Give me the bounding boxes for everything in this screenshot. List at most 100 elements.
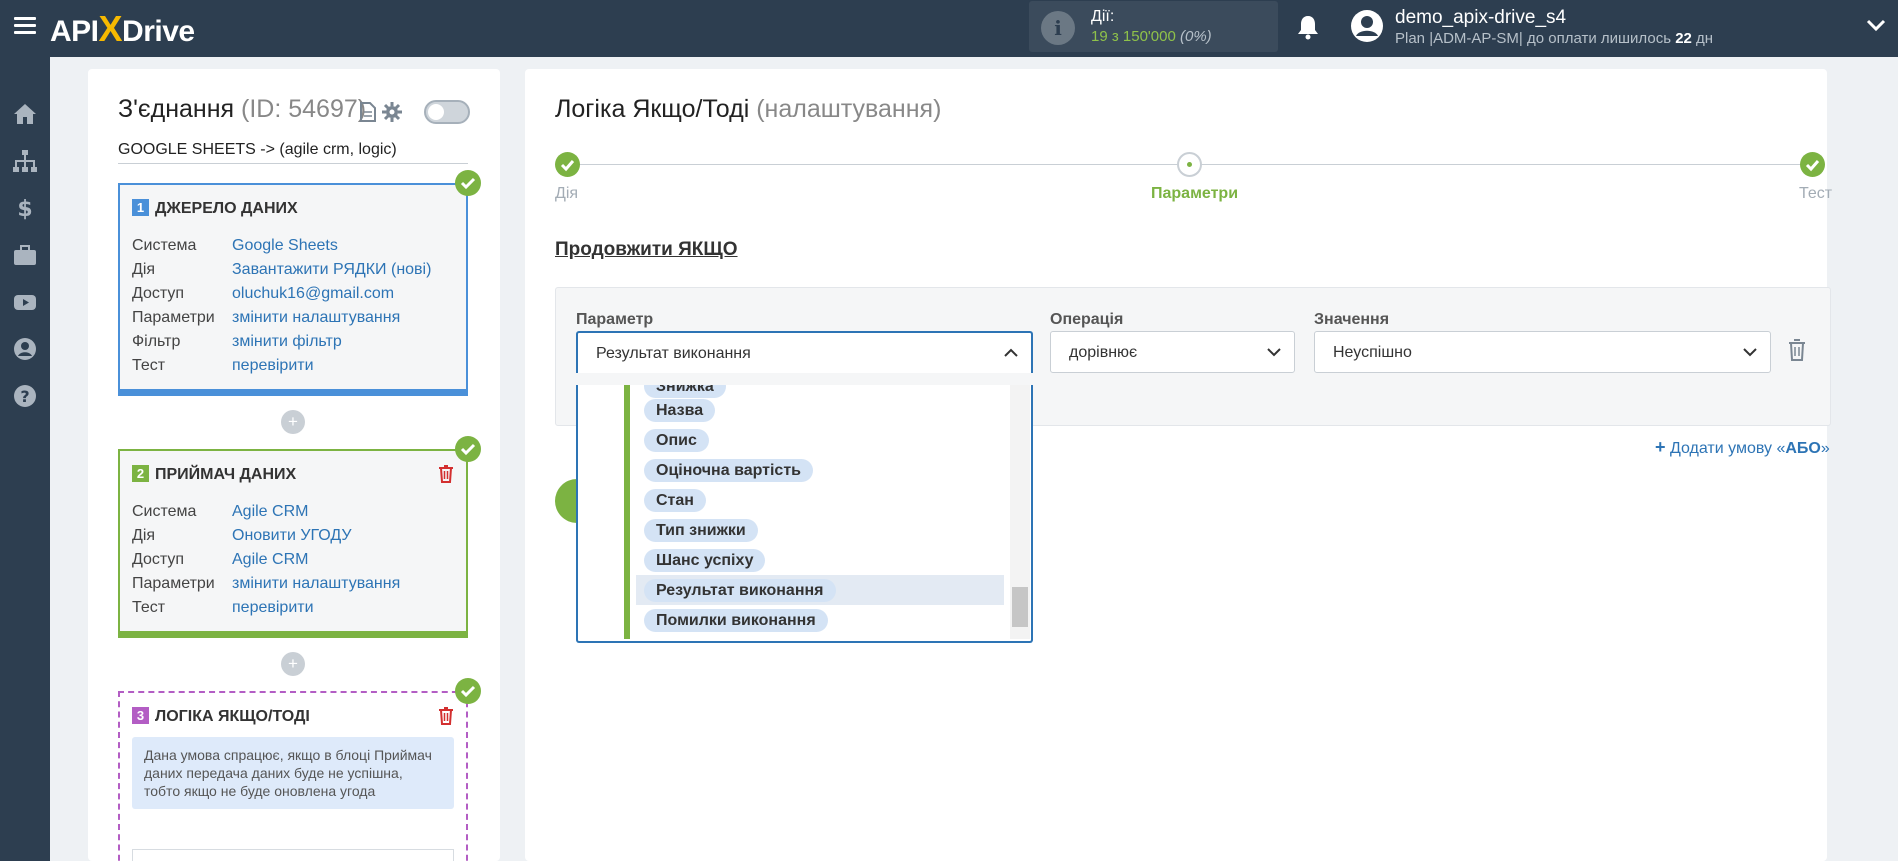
source-action-link[interactable]: Завантажити РЯДКИ (нові)	[232, 261, 431, 278]
actions-value: 19 з 150'000 (0%)	[1091, 28, 1212, 45]
connection-panel: З'єднання (ID: 54697) GOOGLE SHEETS -> (…	[88, 69, 500, 861]
check-icon	[455, 436, 481, 462]
receiver-params-link[interactable]: змінити налаштування	[232, 575, 400, 592]
sitemap-icon[interactable]	[12, 148, 38, 174]
source-filter-row: Фільтр змінити фільтр	[132, 333, 342, 350]
logic-next-box	[132, 849, 454, 861]
receiver-params-row: Параметри змінити налаштування	[132, 575, 401, 592]
value-select-value: Неуспішно	[1333, 344, 1412, 361]
delete-condition-icon[interactable]	[1788, 339, 1806, 361]
step-done-icon[interactable]	[1800, 152, 1825, 177]
receiver-test-row: Тест перевірити	[132, 599, 314, 616]
block-heading: 3 ЛОГІКА ЯКЩО/ТОДІ	[132, 707, 310, 726]
source-access-row: Доступ oluchuk16@gmail.com	[132, 285, 395, 302]
user-avatar-icon[interactable]	[1350, 9, 1384, 43]
scrollbar-thumb[interactable]	[1012, 587, 1028, 627]
chevron-down-icon[interactable]	[1866, 18, 1886, 32]
user-name[interactable]: demo_apix-drive_s4	[1395, 7, 1566, 29]
connection-name[interactable]: GOOGLE SHEETS -> (agile crm, logic)	[118, 141, 468, 164]
source-block: 1 ДЖЕРЕЛО ДАНИХ Система Google Sheets Дія З…	[118, 183, 468, 396]
param-select-value: Результат виконання	[596, 345, 751, 362]
dropdown-option[interactable]: Назва	[636, 395, 1004, 425]
value-select[interactable]: Неуспішно	[1314, 331, 1771, 373]
user-plan: Plan |ADM-AP-SM| до оплати лишилось 22 д…	[1395, 30, 1714, 47]
receiver-system-link[interactable]: Agile CRM	[232, 503, 308, 520]
dropdown-scrollbar[interactable]	[1010, 385, 1030, 639]
step-label-params[interactable]: Параметри	[1151, 185, 1238, 203]
svg-text:?: ?	[20, 387, 29, 406]
plus-icon: +	[1655, 437, 1666, 457]
add-or-condition-link[interactable]: + Додати умову «АБО»	[1655, 437, 1830, 458]
logic-description: Дана умова спрацює, якщо в блоці Приймач…	[132, 737, 454, 809]
connection-toggle[interactable]	[424, 100, 470, 124]
param-dropdown-list: Знижка Назва Опис Оціночна вартість Стан…	[576, 385, 1033, 643]
source-system-row: Система Google Sheets	[132, 237, 338, 254]
help-icon[interactable]: ?	[12, 383, 38, 409]
add-block-button[interactable]: +	[281, 652, 305, 676]
dropdown-option[interactable]: Стан	[636, 485, 1004, 515]
source-filter-link[interactable]: змінити фільтр	[232, 333, 342, 350]
source-params-row: Параметри змінити налаштування	[132, 309, 401, 326]
step-label-action[interactable]: Дія	[555, 185, 578, 203]
dropdown-options: Знижка Назва Опис Оціночна вартість Стан…	[624, 385, 1004, 639]
dropdown-option[interactable]: Опис	[636, 425, 1004, 455]
side-navigation: $ ?	[0, 57, 50, 861]
dollar-icon[interactable]: $	[12, 195, 38, 221]
account-icon[interactable]	[12, 336, 38, 362]
page-title: Логіка Якщо/Тоді (налаштування)	[555, 95, 942, 123]
operation-select[interactable]: дорівнює	[1050, 331, 1295, 373]
source-test-row: Тест перевірити	[132, 357, 314, 374]
add-block-button[interactable]: +	[281, 410, 305, 434]
step-label-test[interactable]: Тест	[1799, 185, 1832, 203]
top-bar: APIXDrive i Дії: 19 з 150'000 (0%) demo_…	[0, 0, 1898, 57]
gear-icon[interactable]	[382, 102, 402, 122]
chevron-down-icon	[1267, 348, 1281, 357]
receiver-system-row: Система Agile CRM	[132, 503, 309, 520]
dropdown-option[interactable]: Помилки виконання	[636, 605, 1004, 635]
source-action-row: Дія Завантажити РЯДКИ (нові)	[132, 261, 432, 278]
connection-title: З'єднання (ID: 54697)	[118, 95, 367, 123]
source-params-link[interactable]: змінити налаштування	[232, 309, 400, 326]
actions-label: Дії:	[1091, 8, 1115, 25]
menu-icon[interactable]	[14, 17, 36, 35]
trash-icon[interactable]	[438, 707, 454, 725]
home-icon[interactable]	[12, 101, 38, 127]
block-heading: 2 ПРИЙМАЧ ДАНИХ	[132, 465, 296, 484]
receiver-block: 2 ПРИЙМАЧ ДАНИХ Система Agile CRM Дія Онови…	[118, 449, 468, 638]
logic-block: 3 ЛОГІКА ЯКЩО/ТОДІ Дана умова спрацює, як…	[118, 691, 468, 861]
param-label: Параметр	[576, 311, 654, 328]
dropdown-option[interactable]: Оціночна вартість	[636, 455, 1004, 485]
step-done-icon[interactable]	[555, 152, 580, 177]
chevron-down-icon	[1743, 348, 1757, 357]
operation-select-value: дорівнює	[1069, 344, 1138, 361]
source-test-link[interactable]: перевірити	[232, 357, 314, 374]
document-icon[interactable]	[360, 102, 376, 122]
receiver-access-link[interactable]: Agile CRM	[232, 551, 308, 568]
receiver-access-row: Доступ Agile CRM	[132, 551, 309, 568]
check-icon	[455, 678, 481, 704]
logic-settings-panel: Логіка Якщо/Тоді (налаштування) Дія Пара…	[525, 69, 1832, 861]
source-access-link[interactable]: oluchuk16@gmail.com	[232, 285, 394, 302]
receiver-action-link[interactable]: Оновити УГОДУ	[232, 527, 352, 544]
youtube-icon[interactable]	[12, 289, 38, 315]
apix-drive-logo[interactable]: APIXDrive	[50, 8, 195, 50]
block-heading: 1 ДЖЕРЕЛО ДАНИХ	[132, 199, 298, 218]
dropdown-option-selected[interactable]: Результат виконання	[636, 575, 1004, 605]
actions-counter[interactable]: i Дії: 19 з 150'000 (0%)	[1029, 1, 1278, 52]
source-system-link[interactable]: Google Sheets	[232, 237, 338, 254]
operation-label: Операція	[1050, 311, 1124, 328]
receiver-test-link[interactable]: перевірити	[232, 599, 314, 616]
briefcase-icon[interactable]	[12, 242, 38, 268]
trash-icon[interactable]	[438, 465, 454, 483]
bell-icon[interactable]	[1296, 14, 1320, 40]
progress-steps: Дія Параметри Тест	[555, 151, 1832, 211]
dropdown-option[interactable]: Шанс успіху	[636, 545, 1004, 575]
section-title: Продовжити ЯКЩО	[555, 239, 738, 260]
step-current-icon[interactable]	[1177, 152, 1202, 177]
param-select[interactable]: Результат виконання	[576, 331, 1033, 373]
dropdown-option[interactable]: Тип знижки	[636, 515, 1004, 545]
receiver-action-row: Дія Оновити УГОДУ	[132, 527, 352, 544]
value-label: Значення	[1314, 311, 1390, 328]
chevron-up-icon	[1004, 348, 1018, 357]
svg-text:$: $	[17, 197, 32, 221]
